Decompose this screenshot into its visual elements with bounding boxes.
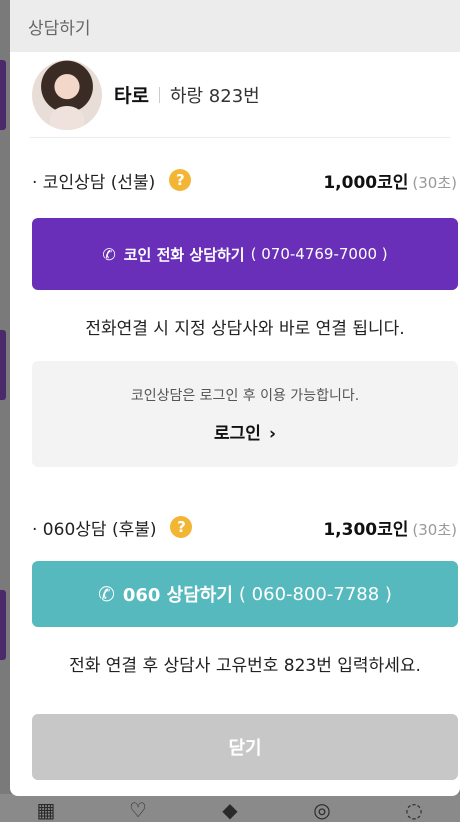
background-card-edge <box>0 60 6 130</box>
coin-call-label: 코인 전화 상담하기 <box>123 245 245 264</box>
background-card-edge <box>0 590 6 660</box>
chevron-right-icon: › <box>268 423 276 444</box>
postpaid-consult-note: 전화 연결 후 상담사 고유번호 823번 입력하세요. <box>69 656 421 676</box>
modal-header: 상담하기 <box>10 0 460 52</box>
background-tab-bar: ▦ ♡ ◆ ◎ ◌ <box>0 794 460 822</box>
coin-call-button[interactable]: ✆ 코인 전화 상담하기 ( 070-4769-7000 ) <box>32 218 458 290</box>
close-button[interactable]: 닫기 <box>32 714 458 780</box>
coin-call-number: ( 070-4769-7000 ) <box>250 245 388 263</box>
postpaid-consult-row: · 060상담 (후불) ? 1,300코인 (30초) <box>32 501 457 553</box>
counselor-name: 타로 <box>114 85 149 107</box>
postpaid-price: 1,300코인 <box>323 519 409 540</box>
login-notice-box: 코인상담은 로그인 후 이용 가능합니다. 로그인 › <box>32 361 458 467</box>
coin-consult-section: · 코인상담 (선불) ? 1,000코인 (30초) ✆ 코인 전화 상담하기 … <box>10 154 460 467</box>
phone-icon: ✆ <box>102 244 116 264</box>
coin-consult-note: 전화연결 시 지정 상담사와 바로 연결 됩니다. <box>85 319 405 339</box>
coin-price: 1,000코인 <box>323 172 409 193</box>
background-card-edge <box>0 330 6 400</box>
home-grid-icon: ▦ <box>36 798 56 822</box>
counselor-code: 하랑 823번 <box>169 85 260 107</box>
modal-title: 상담하기 <box>28 18 91 39</box>
postpaid-price-unit: (30초) <box>412 520 457 539</box>
coin-consult-row: · 코인상담 (선불) ? 1,000코인 (30초) <box>32 154 457 206</box>
user-icon: ◎ <box>313 798 331 822</box>
divider <box>158 86 160 103</box>
coin-consult-title: · 코인상담 (선불) <box>32 172 156 193</box>
avatar <box>32 59 102 130</box>
postpaid-consult-section: · 060상담 (후불) ? 1,300코인 (30초) ✆ 060 상담하기 (… <box>10 501 460 780</box>
login-link[interactable]: 로그인 › <box>214 419 276 444</box>
more-icon: ◌ <box>405 798 423 822</box>
heart-icon: ♡ <box>129 798 147 822</box>
postpaid-consult-title: · 060상담 (후불) <box>32 519 157 540</box>
coin-price-unit: (30초) <box>412 173 457 192</box>
postpaid-call-button[interactable]: ✆ 060 상담하기 ( 060-800-7788 ) <box>32 561 458 627</box>
postpaid-call-number: ( 060-800-7788 ) <box>238 583 392 605</box>
phone-icon: ✆ <box>98 582 115 606</box>
help-icon[interactable]: ? <box>170 516 193 538</box>
diamond-icon: ◆ <box>222 798 238 822</box>
consult-modal: 상담하기 타로 하랑 823번 · 코인상담 (선불) ? 1,000코인 (30… <box>10 0 460 796</box>
postpaid-call-label: 060 상담하기 <box>122 585 233 606</box>
help-icon[interactable]: ? <box>169 169 192 191</box>
counselor-profile: 타로 하랑 823번 <box>30 52 450 138</box>
login-message: 코인상담은 로그인 후 이용 가능합니다. <box>130 387 360 404</box>
